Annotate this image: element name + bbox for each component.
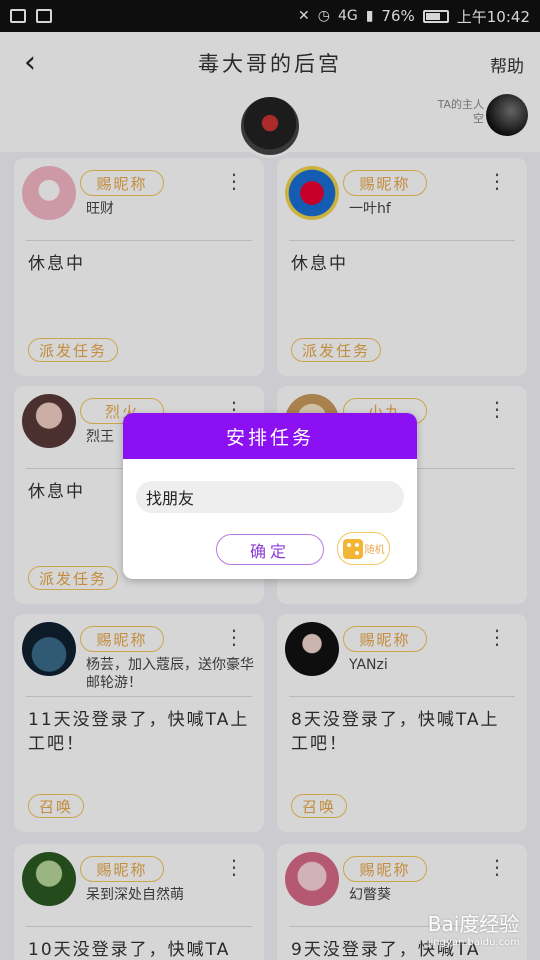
dialog-title: 安排任务: [123, 413, 417, 459]
watermark: Bai度经验 jingyan.baidu.com: [428, 908, 520, 948]
assign-task-dialog: 安排任务 确定 随机: [123, 413, 417, 579]
task-input[interactable]: [136, 481, 404, 513]
random-label: 随机: [364, 545, 385, 556]
dice-icon: [342, 538, 363, 559]
random-button[interactable]: 随机: [337, 532, 390, 565]
watermark-url: jingyan.baidu.com: [427, 937, 520, 948]
watermark-brand: Bai度经验: [427, 912, 520, 936]
confirm-button[interactable]: 确定: [216, 534, 324, 565]
